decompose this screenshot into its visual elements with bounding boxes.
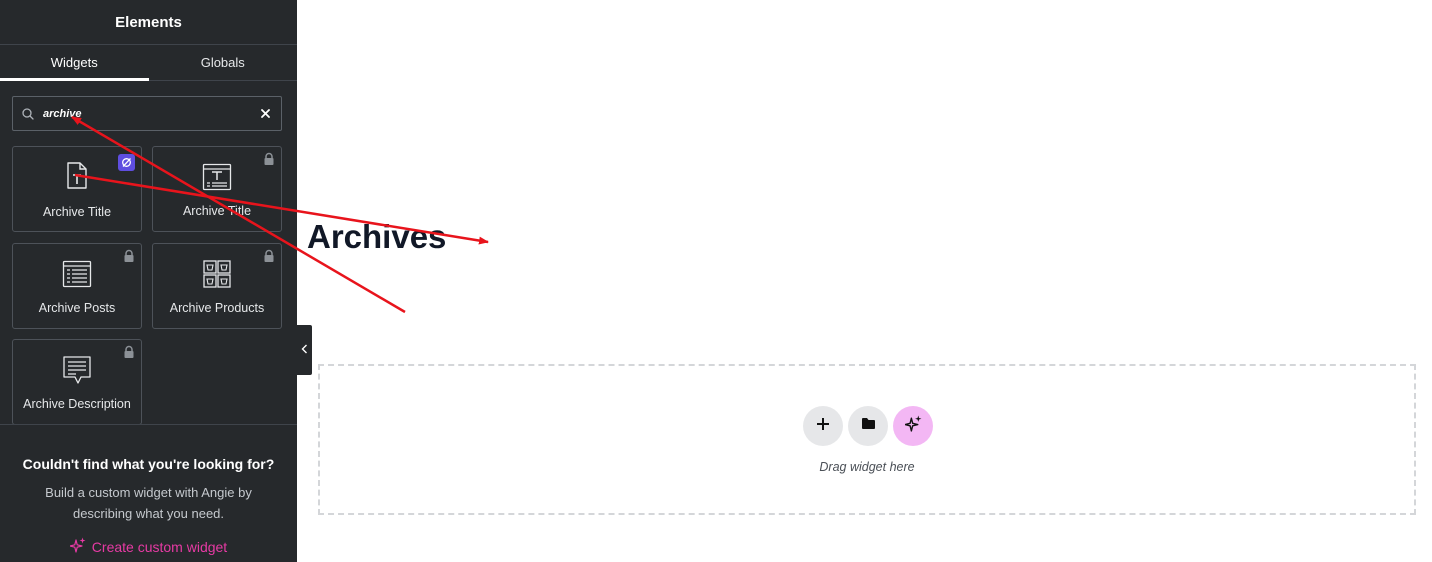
chevron-left-icon <box>301 341 308 359</box>
tab-globals[interactable]: Globals <box>149 45 298 80</box>
archive-description-icon <box>13 355 141 385</box>
archive-heading[interactable]: Archives <box>307 218 446 256</box>
close-icon[interactable] <box>249 97 281 130</box>
dropzone-hint: Drag widget here <box>819 460 915 474</box>
archive-posts-icon <box>13 260 141 290</box>
tab-widgets[interactable]: Widgets <box>0 45 149 81</box>
archive-products-icon <box>153 259 281 289</box>
collapse-panel-button[interactable] <box>297 325 312 375</box>
app-root: Elements Widgets Globals Archive Title <box>0 0 1432 562</box>
widget-archive-products[interactable]: Archive Products <box>152 243 282 329</box>
custom-widget-cta: Couldn't find what you're looking for? B… <box>0 456 297 558</box>
panel-tabs: Widgets Globals <box>0 45 297 81</box>
elements-panel: Elements Widgets Globals Archive Title <box>0 0 297 562</box>
add-section-button[interactable] <box>803 406 843 446</box>
plus-icon <box>816 417 830 436</box>
widget-label: Archive Description <box>23 397 131 411</box>
folder-icon <box>861 417 876 435</box>
widget-archive-description[interactable]: Archive Description <box>12 339 142 425</box>
panel-header: Elements <box>0 0 297 45</box>
widget-archive-posts[interactable]: Archive Posts <box>12 243 142 329</box>
create-custom-widget-label: Create custom widget <box>91 538 228 555</box>
widget-label: Archive Posts <box>38 301 116 315</box>
divider <box>0 424 297 425</box>
widget-label: Archive Products <box>169 301 265 315</box>
panel-title: Elements <box>115 13 182 31</box>
dropzone-actions <box>803 406 933 446</box>
sparkle-icon <box>903 415 922 437</box>
cta-text: Build a custom widget with Angie by desc… <box>45 485 252 521</box>
search-icon <box>13 97 43 130</box>
archive-title-icon <box>13 161 141 191</box>
add-template-button[interactable] <box>848 406 888 446</box>
widget-archive-title[interactable]: Archive Title <box>12 146 142 232</box>
archive-title-template-icon <box>153 163 281 193</box>
widget-label: Archive Title <box>182 204 252 218</box>
cta-title: Couldn't find what you're looking for? <box>22 456 275 472</box>
create-custom-widget-link[interactable]: Create custom widget <box>69 537 228 556</box>
widget-archive-title-template[interactable]: Archive Title <box>152 146 282 232</box>
search-box <box>12 96 282 131</box>
search-input[interactable] <box>43 97 249 130</box>
widget-label: Archive Title <box>42 205 112 219</box>
sparkle-icon <box>69 537 86 556</box>
ai-generate-button[interactable] <box>893 406 933 446</box>
drop-zone[interactable]: Drag widget here <box>318 364 1416 515</box>
